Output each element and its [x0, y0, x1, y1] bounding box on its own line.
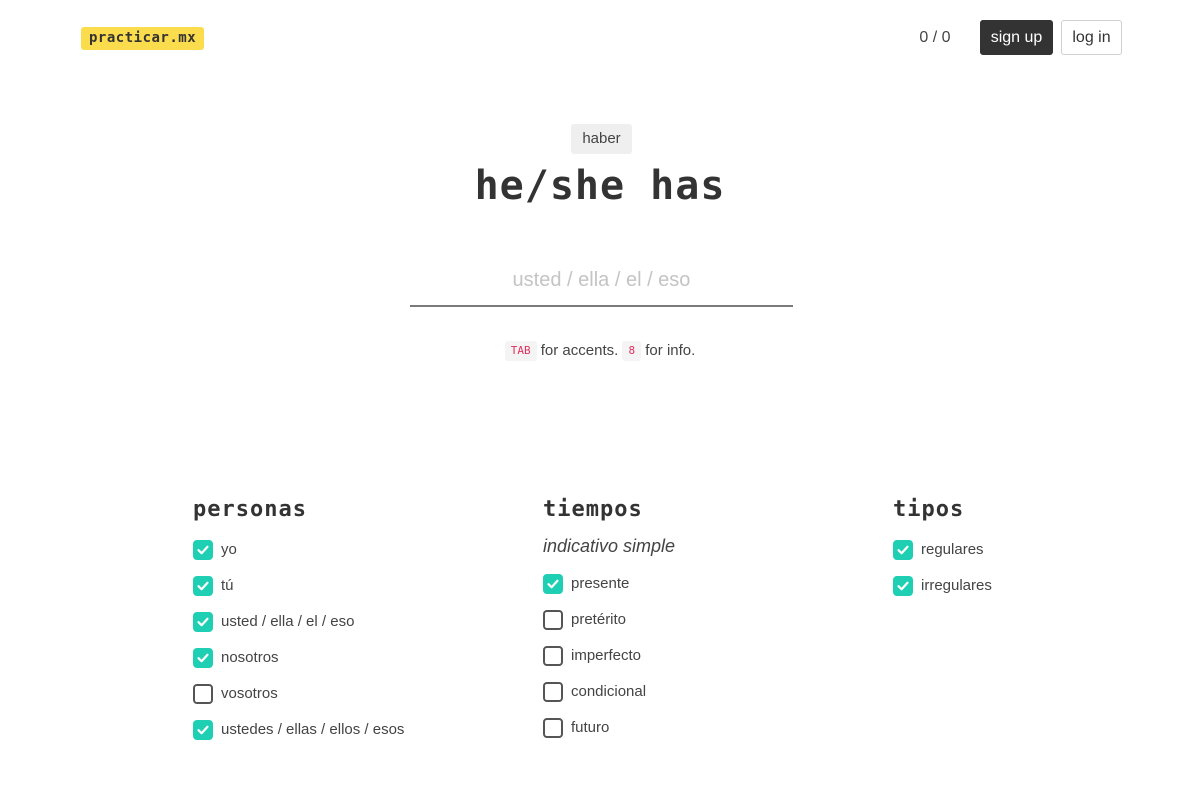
tipos-section: tipos regulares irregulares — [893, 496, 992, 612]
personas-title: personas — [193, 497, 307, 522]
checkbox-option[interactable]: presente — [543, 574, 675, 594]
checkbox-label: pretérito — [571, 611, 627, 628]
check-icon — [897, 581, 909, 591]
score-counter: 0 / 0 — [919, 29, 951, 46]
tab-key-badge: TAB — [504, 341, 537, 361]
hint-info-text: for info. — [645, 342, 696, 359]
checkbox-label: yo — [221, 541, 237, 558]
check-icon — [197, 653, 209, 663]
check-icon — [197, 725, 209, 735]
checkbox-unchecked[interactable] — [543, 610, 563, 630]
checkbox-label: nosotros — [221, 649, 279, 666]
checkbox-checked[interactable] — [193, 648, 213, 668]
sign-up-button[interactable]: sign up — [980, 20, 1053, 55]
checkbox-label: presente — [571, 575, 630, 592]
tipos-options: regulares irregulares — [893, 540, 992, 596]
checkbox-label: futuro — [571, 719, 610, 736]
checkbox-option[interactable]: condicional — [543, 682, 675, 702]
check-icon — [897, 545, 909, 555]
checkbox-option[interactable]: nosotros — [193, 648, 404, 668]
checkbox-label: imperfecto — [571, 647, 642, 664]
checkbox-checked[interactable] — [893, 576, 913, 596]
personas-section: personas yo tú usted / ella / el / eso noso… — [193, 496, 404, 756]
tiempos-title: tiempos — [543, 497, 643, 522]
checkbox-label: regulares — [921, 541, 984, 558]
check-icon — [197, 581, 209, 591]
checkbox-option[interactable]: regulares — [893, 540, 992, 560]
checkbox-checked[interactable] — [893, 540, 913, 560]
check-icon — [197, 617, 209, 627]
checkbox-option[interactable]: vosotros — [193, 684, 404, 704]
checkbox-option[interactable]: imperfecto — [543, 646, 675, 666]
checkbox-option[interactable]: yo — [193, 540, 404, 560]
info-key-badge: 8 — [622, 341, 642, 361]
hint-accents-text: for accents. — [540, 342, 619, 359]
checkbox-label: vosotros — [221, 685, 278, 702]
checkbox-checked[interactable] — [193, 540, 213, 560]
checkbox-checked[interactable] — [193, 720, 213, 740]
log-in-button[interactable]: log in — [1061, 20, 1122, 55]
checkbox-option[interactable]: irregulares — [893, 576, 992, 596]
checkbox-checked[interactable] — [193, 612, 213, 632]
keyboard-hint: TAB for accents. 8 for info. — [300, 340, 900, 362]
verb-badge: haber — [571, 124, 632, 154]
checkbox-option[interactable]: tú — [193, 576, 404, 596]
tiempos-options: presente pretérito imperfecto condicional fu… — [543, 574, 675, 738]
check-icon — [547, 579, 559, 589]
checkbox-label: ustedes / ellas / ellos / esos — [221, 721, 405, 738]
checkbox-label: usted / ella / el / eso — [221, 613, 355, 630]
checkbox-option[interactable]: ustedes / ellas / ellos / esos — [193, 720, 404, 740]
tiempos-section: tiempos indicativo simple presente pretér… — [543, 496, 675, 754]
checkbox-unchecked[interactable] — [543, 646, 563, 666]
checkbox-unchecked[interactable] — [543, 718, 563, 738]
personas-options: yo tú usted / ella / el / eso nosotros vosot… — [193, 540, 404, 740]
logo[interactable]: practicar.mx — [81, 27, 205, 50]
checkbox-option[interactable]: pretérito — [543, 610, 675, 630]
tiempos-subheading: indicativo simple — [543, 536, 676, 556]
checkbox-label: condicional — [571, 683, 647, 700]
checkbox-checked[interactable] — [543, 574, 563, 594]
checkbox-unchecked[interactable] — [193, 684, 213, 704]
prompt-text: he/she has — [474, 163, 726, 209]
checkbox-unchecked[interactable] — [543, 682, 563, 702]
checkbox-label: tú — [221, 577, 234, 594]
checkbox-label: irregulares — [921, 577, 992, 594]
answer-input[interactable] — [410, 255, 793, 307]
checkbox-checked[interactable] — [193, 576, 213, 596]
checkbox-option[interactable]: usted / ella / el / eso — [193, 612, 404, 632]
checkbox-option[interactable]: futuro — [543, 718, 675, 738]
check-icon — [197, 545, 209, 555]
tipos-title: tipos — [893, 497, 965, 522]
